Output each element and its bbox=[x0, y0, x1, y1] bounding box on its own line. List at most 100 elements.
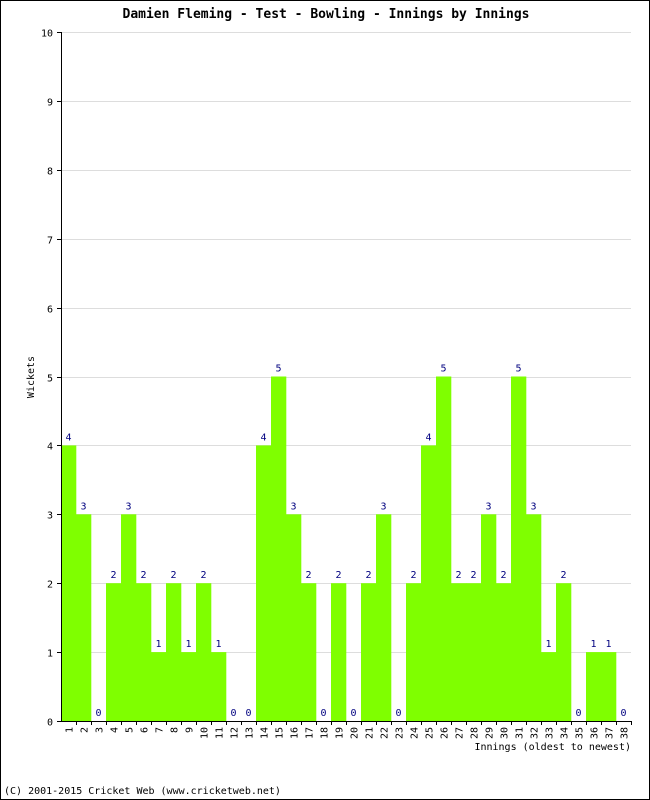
y-tick-label: 5 bbox=[47, 374, 53, 385]
x-tick-label: 28 bbox=[470, 727, 481, 739]
y-tick-label: 7 bbox=[47, 236, 53, 247]
x-tick-label: 21 bbox=[365, 727, 376, 739]
x-tick-label: 23 bbox=[395, 727, 406, 739]
data-label: 0 bbox=[95, 708, 101, 719]
bar bbox=[361, 583, 377, 721]
x-tick-label: 15 bbox=[275, 727, 286, 739]
y-tick-label: 1 bbox=[47, 649, 53, 660]
x-tick-label: 32 bbox=[530, 727, 541, 739]
bar bbox=[181, 652, 197, 721]
data-label: 2 bbox=[335, 570, 341, 581]
bar-chart: Damien Fleming - Test - Bowling - Inning… bbox=[26, 7, 632, 753]
x-tick-label: 7 bbox=[155, 727, 166, 733]
bar bbox=[511, 376, 527, 721]
bar bbox=[496, 583, 512, 721]
chart-title: Damien Fleming - Test - Bowling - Inning… bbox=[123, 7, 530, 22]
y-tick-label: 0 bbox=[47, 718, 53, 729]
y-tick-label: 3 bbox=[47, 511, 53, 522]
bar bbox=[106, 583, 122, 721]
data-label: 3 bbox=[125, 501, 131, 512]
data-label: 4 bbox=[425, 432, 431, 443]
x-tick-label: 12 bbox=[230, 727, 241, 739]
bar bbox=[121, 514, 137, 721]
x-tick-label: 36 bbox=[590, 727, 601, 739]
x-tick-label: 13 bbox=[245, 727, 256, 739]
bar bbox=[151, 652, 167, 721]
data-label: 2 bbox=[200, 570, 206, 581]
x-tick-label: 3 bbox=[95, 727, 106, 733]
x-tick-label: 20 bbox=[350, 727, 361, 739]
y-tick-label: 8 bbox=[47, 167, 53, 178]
data-label: 3 bbox=[485, 501, 491, 512]
x-tick-label: 11 bbox=[215, 727, 226, 739]
bar bbox=[331, 583, 347, 721]
data-label: 2 bbox=[110, 570, 116, 581]
bar bbox=[406, 583, 422, 721]
bar bbox=[541, 652, 557, 721]
data-label: 3 bbox=[80, 501, 86, 512]
x-tick-label: 17 bbox=[305, 727, 316, 739]
bar bbox=[376, 514, 392, 721]
bar bbox=[586, 652, 602, 721]
data-label: 4 bbox=[65, 432, 71, 443]
data-label: 5 bbox=[515, 364, 521, 375]
data-label: 5 bbox=[275, 364, 281, 375]
x-tick-label: 31 bbox=[515, 727, 526, 739]
data-label: 4 bbox=[260, 432, 266, 443]
x-tick-label: 2 bbox=[80, 727, 91, 733]
data-label: 2 bbox=[170, 570, 176, 581]
data-label: 2 bbox=[500, 570, 506, 581]
data-label: 2 bbox=[140, 570, 146, 581]
data-label: 3 bbox=[380, 501, 386, 512]
data-label: 1 bbox=[590, 639, 596, 650]
y-tick-label: 4 bbox=[47, 442, 53, 453]
x-tick-label: 1 bbox=[65, 727, 76, 733]
data-label: 0 bbox=[350, 708, 356, 719]
x-tick-label: 33 bbox=[545, 727, 556, 739]
x-axis-label: Innings (oldest to newest) bbox=[474, 742, 631, 753]
x-tick-label: 37 bbox=[605, 727, 616, 739]
data-label: 1 bbox=[605, 639, 611, 650]
x-tick-label: 25 bbox=[425, 727, 436, 739]
x-tick-label: 8 bbox=[170, 727, 181, 733]
x-tick-label: 38 bbox=[620, 727, 631, 739]
x-tick-label: 16 bbox=[290, 727, 301, 739]
data-label: 2 bbox=[560, 570, 566, 581]
x-tick-label: 10 bbox=[200, 727, 211, 739]
y-tick-label: 6 bbox=[47, 305, 53, 316]
bar bbox=[286, 514, 302, 721]
bar bbox=[271, 376, 287, 721]
x-tick-label: 4 bbox=[110, 727, 121, 733]
bar bbox=[481, 514, 497, 721]
x-tick-label: 30 bbox=[500, 727, 511, 739]
data-label: 2 bbox=[455, 570, 461, 581]
data-label: 0 bbox=[575, 708, 581, 719]
x-tick-label: 5 bbox=[125, 727, 136, 733]
data-label: 1 bbox=[155, 639, 161, 650]
x-tick-label: 27 bbox=[455, 727, 466, 739]
bar bbox=[436, 376, 452, 721]
data-label: 2 bbox=[365, 570, 371, 581]
data-label: 0 bbox=[230, 708, 236, 719]
x-tick-label: 35 bbox=[575, 727, 586, 739]
bar bbox=[301, 583, 317, 721]
x-tick-label: 18 bbox=[320, 727, 331, 739]
x-tick-label: 29 bbox=[485, 727, 496, 739]
bar bbox=[526, 514, 542, 721]
x-tick-label: 9 bbox=[185, 727, 196, 733]
y-axis-label: Wickets bbox=[26, 356, 37, 398]
data-label: 0 bbox=[395, 708, 401, 719]
data-label: 2 bbox=[305, 570, 311, 581]
data-label: 3 bbox=[530, 501, 536, 512]
data-label: 0 bbox=[620, 708, 626, 719]
bar bbox=[76, 514, 92, 721]
bar bbox=[61, 445, 77, 721]
data-label: 1 bbox=[215, 639, 221, 650]
bar bbox=[196, 583, 212, 721]
bar bbox=[466, 583, 482, 721]
x-tick-label: 26 bbox=[440, 727, 451, 739]
data-label: 1 bbox=[545, 639, 551, 650]
data-label: 0 bbox=[320, 708, 326, 719]
x-tick-label: 14 bbox=[260, 727, 271, 739]
data-label: 0 bbox=[245, 708, 251, 719]
